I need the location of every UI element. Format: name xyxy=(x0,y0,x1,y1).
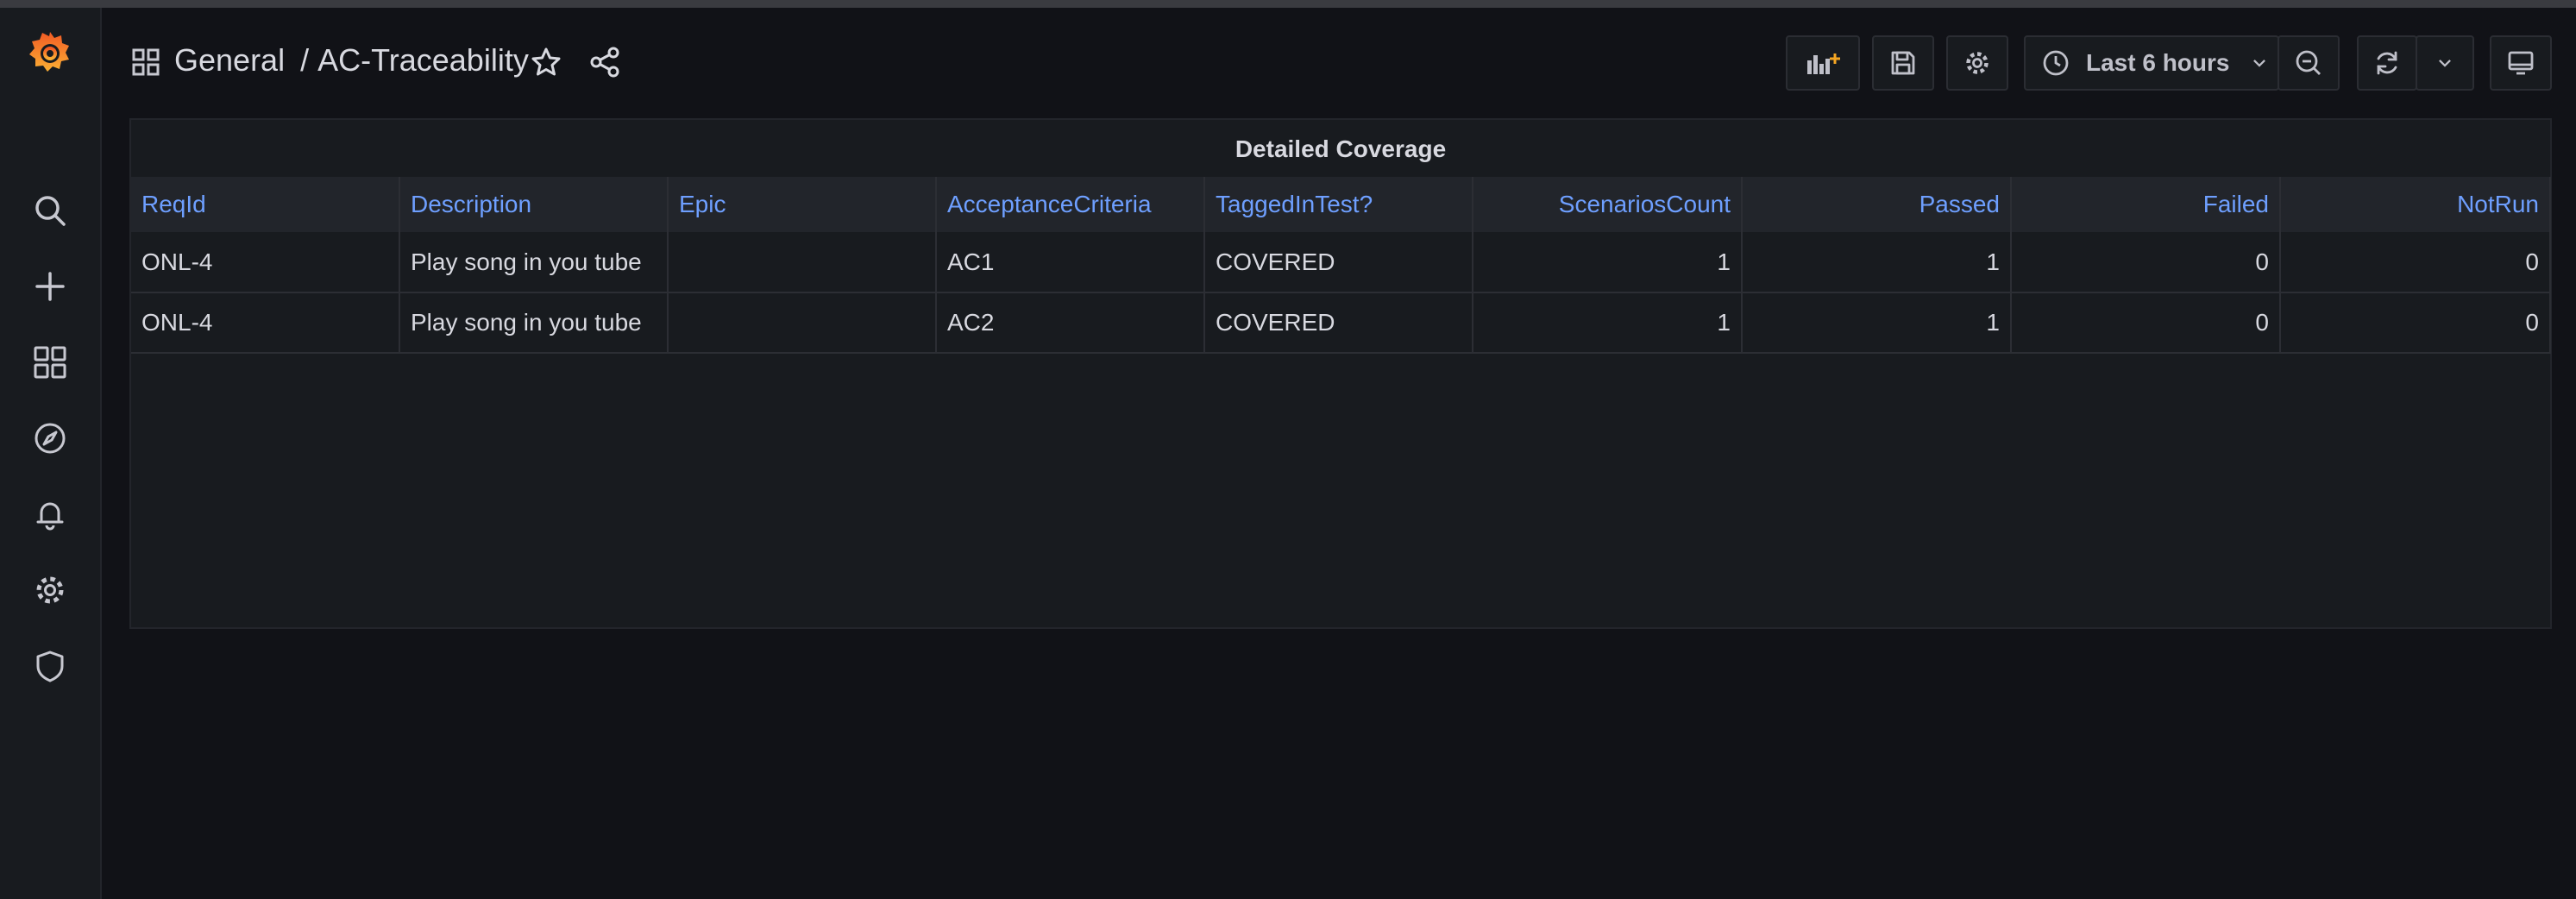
table-cell: ONL-4 xyxy=(131,232,400,293)
gear-icon[interactable] xyxy=(28,569,72,612)
column-header-tagged-in-test[interactable]: TaggedInTest? xyxy=(1204,177,1473,232)
chevron-down-icon xyxy=(2439,60,2451,67)
breadcrumb-folder[interactable]: General xyxy=(174,42,285,78)
table-cell: COVERED xyxy=(1204,232,1473,293)
column-header-failed[interactable]: Failed xyxy=(2011,177,2281,232)
add-panel-button[interactable] xyxy=(1786,35,1860,91)
column-header-epic[interactable]: Epic xyxy=(668,177,937,232)
breadcrumb: General / AC-Traceability xyxy=(174,42,529,79)
zoom-out-icon xyxy=(2296,50,2321,75)
dashboard-header: General / AC-Traceability Last 6 hours xyxy=(102,8,2576,111)
refresh-icon xyxy=(2377,51,2397,75)
column-header-notrun[interactable]: NotRun xyxy=(2280,177,2551,232)
search-icon[interactable] xyxy=(28,189,72,232)
table-cell: 1 xyxy=(1473,292,1743,354)
clock-icon xyxy=(2043,50,2069,76)
table-row: ONL-4 Play song in you tube AC1 COVERED … xyxy=(131,232,2551,293)
zoom-out-button[interactable] xyxy=(2278,35,2340,91)
column-header-description[interactable]: Description xyxy=(399,177,669,232)
save-icon xyxy=(1891,51,1915,75)
table-cell: COVERED xyxy=(1204,292,1473,354)
dashboard-settings-button[interactable] xyxy=(1946,35,2008,91)
table-cell: AC1 xyxy=(936,232,1205,293)
table-row: ONL-4 Play song in you tube AC2 COVERED … xyxy=(131,292,2551,354)
dashboard-title[interactable]: AC-Traceability xyxy=(317,42,529,78)
shield-icon[interactable] xyxy=(28,644,72,688)
table-cell: 0 xyxy=(2280,232,2551,293)
table-cell: AC2 xyxy=(936,292,1205,354)
panel-title[interactable]: Detailed Coverage xyxy=(131,135,2550,163)
gear-icon xyxy=(1966,52,1989,74)
breadcrumb-separator: / xyxy=(300,42,310,78)
time-range-picker[interactable]: Last 6 hours xyxy=(2024,35,2279,91)
add-panel-icon xyxy=(1807,53,1840,74)
chevron-down-icon xyxy=(2253,60,2266,67)
sidebar xyxy=(0,8,102,899)
window-top-edge xyxy=(0,0,2576,8)
column-header-reqid[interactable]: ReqId xyxy=(131,177,400,232)
table-cell: 1 xyxy=(1742,232,2012,293)
monitor-icon xyxy=(2508,51,2534,75)
refresh-interval-dropdown[interactable] xyxy=(2416,35,2474,91)
table-cell: Play song in you tube xyxy=(399,232,669,293)
column-header-scenarios-count[interactable]: ScenariosCount xyxy=(1473,177,1743,232)
table-header-row: ReqId Description Epic AcceptanceCriteri… xyxy=(131,177,2551,232)
column-header-passed[interactable]: Passed xyxy=(1742,177,2012,232)
table-cell xyxy=(668,292,937,354)
table-cell xyxy=(668,232,937,293)
column-header-acceptance-criteria[interactable]: AcceptanceCriteria xyxy=(936,177,1205,232)
table-cell: 0 xyxy=(2011,232,2281,293)
star-icon[interactable] xyxy=(530,46,562,79)
grafana-logo-icon[interactable] xyxy=(26,28,74,77)
table-cell: 1 xyxy=(1473,232,1743,293)
table-cell: ONL-4 xyxy=(131,292,400,354)
plus-icon[interactable] xyxy=(28,265,72,308)
table-cell: Play song in you tube xyxy=(399,292,669,354)
table-cell: 1 xyxy=(1742,292,2012,354)
save-dashboard-button[interactable] xyxy=(1872,35,1934,91)
table-panel: Detailed Coverage ReqId Description Epic… xyxy=(129,118,2552,629)
alert-bell-icon[interactable] xyxy=(28,493,72,536)
table-cell: 0 xyxy=(2011,292,2281,354)
tv-mode-button[interactable] xyxy=(2490,35,2552,91)
share-icon[interactable] xyxy=(588,46,621,79)
refresh-button[interactable] xyxy=(2357,35,2417,91)
time-range-label: Last 6 hours xyxy=(2086,49,2230,76)
explore-icon[interactable] xyxy=(28,417,72,460)
coverage-table: ReqId Description Epic AcceptanceCriteri… xyxy=(131,177,2551,354)
dashboards-icon[interactable] xyxy=(28,341,72,384)
table-cell: 0 xyxy=(2280,292,2551,354)
dashboard-grid-icon xyxy=(132,48,160,76)
